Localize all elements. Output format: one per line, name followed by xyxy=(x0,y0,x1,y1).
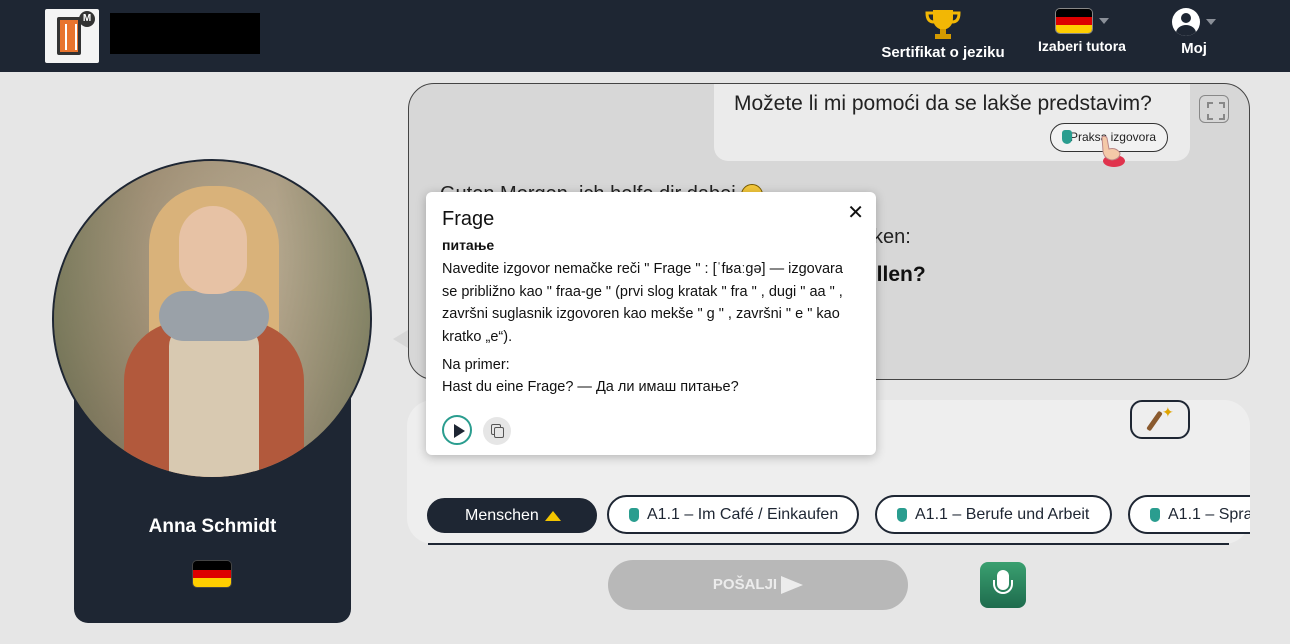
trophy-icon xyxy=(925,10,961,39)
magic-wand-button[interactable] xyxy=(1130,400,1190,439)
nav-account-menu[interactable]: Moj xyxy=(1166,8,1222,57)
send-button[interactable]: POŠALJI xyxy=(608,560,908,610)
close-icon[interactable]: ✕ xyxy=(847,200,864,225)
hand-pointer-icon xyxy=(1062,130,1072,144)
play-audio-icon[interactable] xyxy=(442,415,472,445)
nav-certificate-label: Sertifikat o jeziku xyxy=(881,44,1005,61)
send-button-label: POŠALJI xyxy=(712,576,778,593)
topic-category-menschen[interactable]: Menschen xyxy=(427,498,597,533)
topic-chip[interactable]: A1.1 – Berufe und Arbeit xyxy=(875,495,1112,534)
popup-example-label: Na primer: xyxy=(442,357,510,373)
pointing-hand-icon xyxy=(1101,135,1125,167)
topic-chip-label: A1.1 – Im Café / Einkaufen xyxy=(647,506,839,523)
copy-icon[interactable] xyxy=(483,417,511,445)
nav-choose-tutor[interactable]: Izaberi tutora xyxy=(1036,8,1128,54)
nav-language-certificate[interactable]: Sertifikat o jeziku xyxy=(876,8,1010,61)
chevron-down-icon xyxy=(1099,18,1109,24)
topic-category-label: Menschen xyxy=(465,507,539,524)
nav-tutor-label: Izaberi tutora xyxy=(1038,38,1126,54)
topic-chip-label: A1.1 – Berufe und Arbeit xyxy=(915,506,1090,523)
nav-account-label: Moj xyxy=(1181,40,1207,57)
popup-translation: питање xyxy=(442,237,495,253)
chat-bubble-tail xyxy=(393,330,408,348)
book-ladder-icon xyxy=(57,17,81,55)
topic-chip-label: A1.1 – Sprache xyxy=(1168,506,1250,523)
popup-example-sentence: Hast du eine Frage? — Да ли имаш питање? xyxy=(442,379,739,395)
hand-pointer-icon xyxy=(1150,508,1160,522)
tutor-photo xyxy=(52,159,372,479)
redacted-app-name xyxy=(110,13,260,54)
logo-badge: M xyxy=(79,11,95,27)
popup-word: Frage xyxy=(442,208,495,230)
german-flag-icon xyxy=(192,560,232,588)
word-definition-popup: ✕ Frage питање Navedite izgovor nemačke … xyxy=(426,192,876,455)
user-message-text: Možete li mi pomoći da se lakše predstav… xyxy=(734,92,1152,115)
topic-chips-row: Menschen A1.1 – Im Café / Einkaufen A1.1… xyxy=(427,495,1250,535)
expand-fullscreen-icon[interactable] xyxy=(1199,95,1229,123)
tutor-name: Anna Schmidt xyxy=(148,516,277,537)
popup-pronunciation-description: Navedite izgovor nemačke reči " Frage " … xyxy=(442,261,843,345)
user-avatar-icon xyxy=(1172,8,1200,36)
triangle-up-icon xyxy=(544,510,561,521)
topic-chip[interactable]: A1.1 – Sprache xyxy=(1128,495,1250,534)
hand-pointer-icon xyxy=(897,508,907,522)
topic-scrollbar[interactable] xyxy=(428,543,1229,545)
microphone-button[interactable] xyxy=(980,562,1026,608)
top-navigation-bar: M Sertifikat o jeziku Izaberi tutora Moj xyxy=(0,0,1290,72)
german-flag-icon xyxy=(1055,8,1093,34)
topic-chip[interactable]: A1.1 – Im Café / Einkaufen xyxy=(607,495,859,534)
hand-pointer-icon xyxy=(629,508,639,522)
app-logo[interactable]: M xyxy=(45,9,99,63)
chevron-down-icon xyxy=(1206,19,1216,25)
send-arrow-icon xyxy=(781,576,804,595)
